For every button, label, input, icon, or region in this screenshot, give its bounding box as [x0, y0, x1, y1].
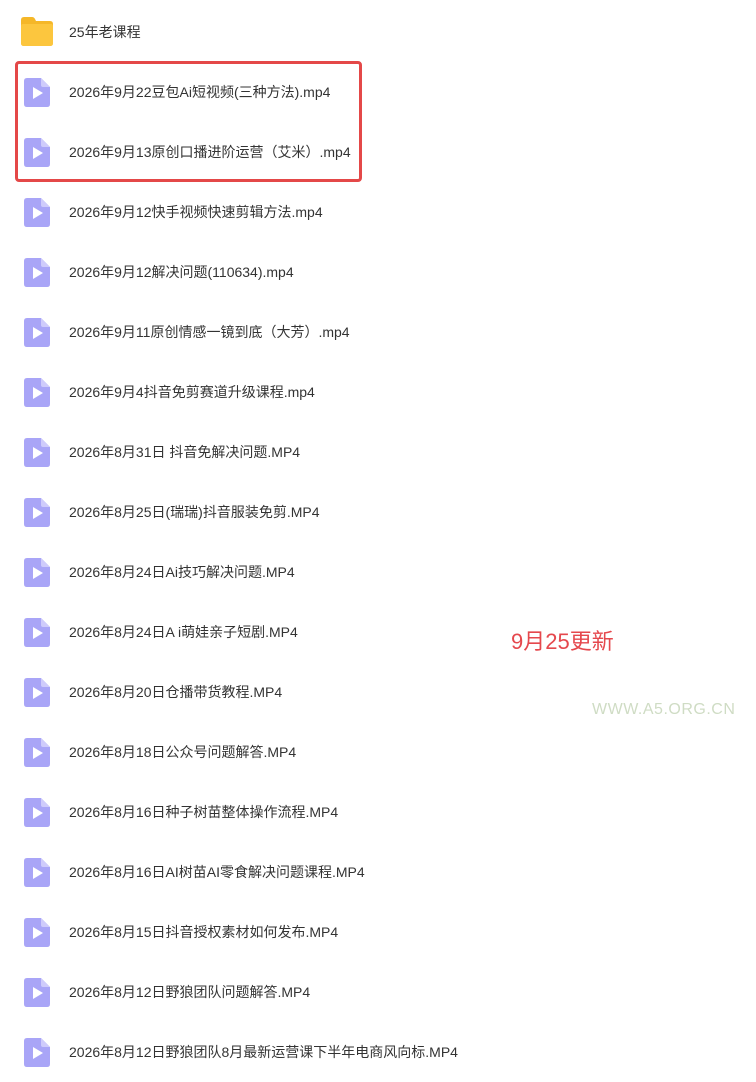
file-name: 2026年8月31日 抖音免解决问题.MP4: [69, 444, 301, 460]
file-row-video[interactable]: 2026年8月24日A i萌娃亲子短剧.MP4: [0, 602, 756, 662]
update-note: 9月25更新: [511, 629, 614, 654]
video-file-icon: [24, 138, 50, 167]
file-name: 2026年9月13原创口播进阶运营（艾米）.mp4: [69, 144, 351, 160]
video-file-icon: [24, 378, 50, 407]
file-row-video[interactable]: 2026年8月31日 抖音免解决问题.MP4: [0, 422, 756, 482]
video-file-icon: [24, 498, 50, 527]
video-file-icon: [24, 738, 50, 767]
file-name: 2026年9月11原创情感一镜到底（大芳）.mp4: [69, 324, 350, 340]
video-file-icon: [24, 318, 50, 347]
file-row-folder[interactable]: 25年老课程: [0, 2, 756, 62]
file-name: 2026年8月12日野狼团队8月最新运营课下半年电商风向标.MP4: [69, 1044, 458, 1060]
video-file-icon: [24, 858, 50, 887]
file-name: 2026年9月12快手视频快速剪辑方法.mp4: [69, 204, 323, 220]
file-name: 2026年8月18日公众号问题解答.MP4: [69, 744, 297, 760]
video-file-icon: [24, 558, 50, 587]
file-row-video[interactable]: 2026年8月16日种子树苗整体操作流程.MP4: [0, 782, 756, 842]
video-file-icon: [24, 438, 50, 467]
file-name: 25年老课程: [69, 24, 141, 40]
file-name: 2026年8月24日A i萌娃亲子短剧.MP4: [69, 624, 298, 640]
file-row-video[interactable]: 2026年9月4抖音免剪赛道升级课程.mp4: [0, 362, 756, 422]
file-row-video[interactable]: 2026年8月12日野狼团队8月最新运营课下半年电商风向标.MP4: [0, 1022, 756, 1082]
file-row-video[interactable]: 2026年8月12日野狼团队问题解答.MP4: [0, 962, 756, 1022]
folder-icon: [19, 15, 55, 47]
file-name: 2026年9月22豆包Ai短视频(三种方法).mp4: [69, 84, 331, 100]
video-file-icon: [24, 78, 50, 107]
file-list: 25年老课程 2026年9月22豆包Ai短视频(三种方法).mp4 2026年9…: [0, 2, 756, 1082]
watermark: WWW.A5.ORG.CN: [592, 701, 736, 718]
video-file-icon: [24, 618, 50, 647]
video-file-icon: [24, 918, 50, 947]
file-row-video[interactable]: 2026年8月25日(瑞瑞)抖音服装免剪.MP4: [0, 482, 756, 542]
file-row-video[interactable]: 2026年8月15日抖音授权素材如何发布.MP4: [0, 902, 756, 962]
file-row-video[interactable]: 2026年8月24日Ai技巧解决问题.MP4: [0, 542, 756, 602]
file-name: 2026年8月15日抖音授权素材如何发布.MP4: [69, 924, 339, 940]
video-file-icon: [24, 978, 50, 1007]
file-name: 2026年8月25日(瑞瑞)抖音服装免剪.MP4: [69, 504, 320, 520]
file-row-video[interactable]: 2026年9月12快手视频快速剪辑方法.mp4: [0, 182, 756, 242]
file-name: 2026年8月24日Ai技巧解决问题.MP4: [69, 564, 295, 580]
file-row-video[interactable]: 2026年9月22豆包Ai短视频(三种方法).mp4: [0, 62, 756, 122]
file-row-video[interactable]: 2026年9月12解决问题(110634).mp4: [0, 242, 756, 302]
file-name: 2026年8月12日野狼团队问题解答.MP4: [69, 984, 311, 1000]
video-file-icon: [24, 1038, 50, 1067]
file-row-video[interactable]: 2026年9月13原创口播进阶运营（艾米）.mp4: [0, 122, 756, 182]
file-row-video[interactable]: 2026年8月18日公众号问题解答.MP4: [0, 722, 756, 782]
video-file-icon: [24, 678, 50, 707]
file-name: 2026年9月4抖音免剪赛道升级课程.mp4: [69, 384, 315, 400]
file-name: 2026年9月12解决问题(110634).mp4: [69, 264, 294, 280]
file-name: 2026年8月20日仓播带货教程.MP4: [69, 684, 283, 700]
video-file-icon: [24, 798, 50, 827]
file-row-video[interactable]: 2026年9月11原创情感一镜到底（大芳）.mp4: [0, 302, 756, 362]
file-name: 2026年8月16日AI树苗AI零食解决问题课程.MP4: [69, 864, 365, 880]
file-name: 2026年8月16日种子树苗整体操作流程.MP4: [69, 804, 339, 820]
video-file-icon: [24, 198, 50, 227]
file-row-video[interactable]: 2026年8月16日AI树苗AI零食解决问题课程.MP4: [0, 842, 756, 902]
video-file-icon: [24, 258, 50, 287]
